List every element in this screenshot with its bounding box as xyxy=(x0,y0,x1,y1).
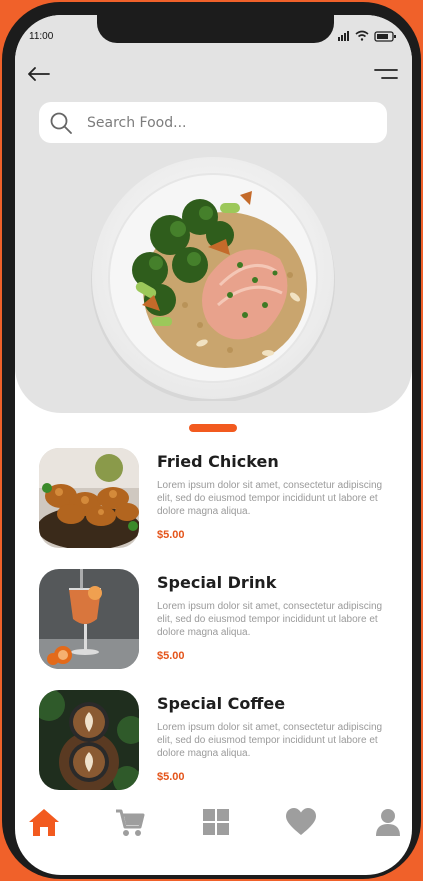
nav-cart[interactable] xyxy=(113,805,147,839)
heart-icon xyxy=(286,808,316,835)
featured-dish-image[interactable] xyxy=(90,155,336,403)
item-title: Special Coffee xyxy=(157,694,286,713)
battery-icon xyxy=(374,31,396,42)
special-coffee-image xyxy=(39,690,139,790)
fried-chicken-image xyxy=(39,448,139,548)
status-time: 11:00 xyxy=(29,31,54,42)
item-price: $5.00 xyxy=(157,771,185,783)
cart-icon xyxy=(116,809,145,836)
app-screen: 11:00 Search Food... Fried Chicken Lorem… xyxy=(15,15,412,875)
camera-notch xyxy=(97,15,334,43)
nav-home[interactable] xyxy=(27,805,61,839)
search-icon xyxy=(49,111,73,140)
profile-icon xyxy=(376,809,400,836)
item-price: $5.00 xyxy=(157,529,185,541)
nav-profile[interactable] xyxy=(371,805,405,839)
carousel-indicator[interactable] xyxy=(189,424,237,432)
bottom-navigation xyxy=(15,805,412,845)
item-description: Lorem ipsum dolor sit amet, consectetur … xyxy=(157,722,383,759)
item-description: Lorem ipsum dolor sit amet, consectetur … xyxy=(157,601,383,638)
menu-icon[interactable] xyxy=(373,67,399,86)
home-icon xyxy=(29,809,59,836)
item-price: $5.00 xyxy=(157,650,185,662)
item-title: Fried Chicken xyxy=(157,452,279,471)
search-bar[interactable] xyxy=(39,102,387,143)
menu-item-special-coffee[interactable]: Special Coffee Lorem ipsum dolor sit ame… xyxy=(39,690,389,790)
item-title: Special Drink xyxy=(157,573,277,592)
menu-item-special-drink[interactable]: Special Drink Lorem ipsum dolor sit amet… xyxy=(39,569,389,669)
wifi-icon xyxy=(355,30,369,41)
hero-section: 11:00 xyxy=(15,15,412,413)
phone-frame: 11:00 Search Food... Fried Chicken Lorem… xyxy=(2,2,421,879)
nav-categories[interactable] xyxy=(199,805,233,839)
special-drink-image xyxy=(39,569,139,669)
item-description: Lorem ipsum dolor sit amet, consectetur … xyxy=(157,480,383,517)
back-arrow-icon[interactable] xyxy=(27,67,51,86)
menu-item-fried-chicken[interactable]: Fried Chicken Lorem ipsum dolor sit amet… xyxy=(39,448,389,548)
grid-icon xyxy=(203,809,229,835)
nav-favorites[interactable] xyxy=(284,805,318,839)
status-icons xyxy=(338,29,400,48)
signal-icon xyxy=(338,31,349,41)
search-input[interactable] xyxy=(87,102,377,143)
